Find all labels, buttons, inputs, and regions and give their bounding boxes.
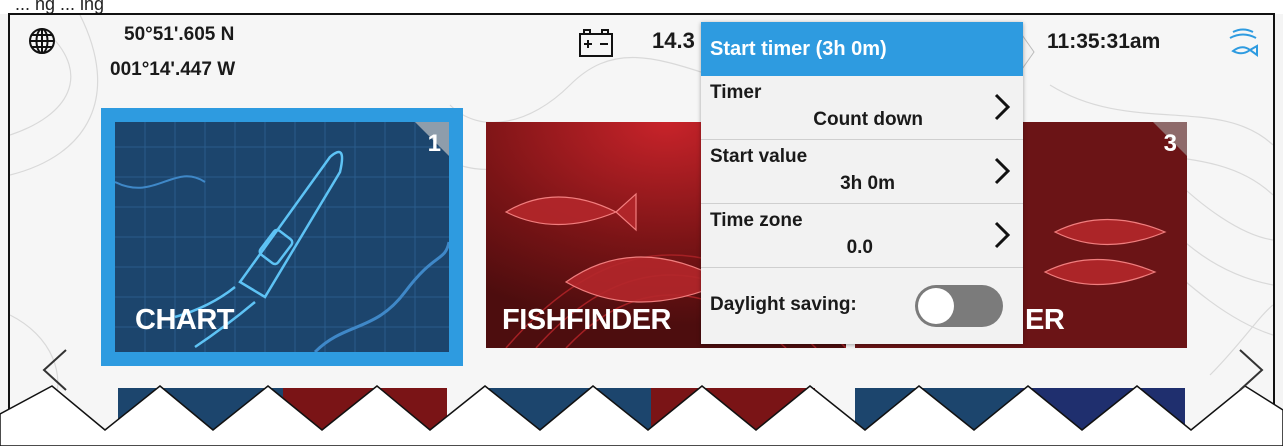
tile-label: ER	[1025, 304, 1065, 336]
menu-item-start-value[interactable]: Start value 3h 0m	[701, 140, 1023, 204]
menu-item-label: Start value	[710, 146, 808, 167]
tile-number: 1	[427, 130, 441, 157]
tile-label: CHART	[135, 304, 235, 336]
menu-pointer	[1020, 32, 1035, 72]
menu-item-value: Count down	[813, 109, 923, 130]
start-timer-label: Start timer (3h 0m)	[710, 38, 887, 60]
caption-strip: ... ng ... ing	[0, 0, 1283, 14]
torn-edge	[0, 385, 1283, 446]
chevron-right-icon	[994, 93, 1011, 121]
daylight-saving-label: Daylight saving:	[710, 294, 857, 315]
daylight-saving-toggle[interactable]	[915, 285, 1003, 327]
menu-item-timer[interactable]: Timer Count down	[701, 76, 1023, 140]
tile-label: FISHFINDER	[502, 304, 672, 336]
menu-item-time-zone[interactable]: Time zone 0.0	[701, 204, 1023, 268]
timer-menu: Start timer (3h 0m) Timer Count down Sta…	[701, 22, 1023, 344]
menu-item-value: 3h 0m	[840, 173, 895, 194]
display-frame: ... ng ... ing 50°51'.605 N 001°14'.447 …	[0, 0, 1283, 446]
tile-number: 3	[1163, 130, 1177, 157]
toggle-knob	[918, 288, 954, 324]
menu-item-label: Timer	[710, 82, 762, 103]
previous-page-arrow[interactable]	[38, 346, 70, 394]
start-timer-button[interactable]: Start timer (3h 0m)	[701, 22, 1023, 76]
next-page-arrow[interactable]	[1236, 346, 1268, 394]
longitude-readout: 001°14'.447 W	[110, 59, 236, 80]
clock-readout: 11:35:31am	[1047, 30, 1161, 53]
chevron-right-icon	[994, 221, 1011, 249]
menu-item-value: 0.0	[846, 237, 873, 258]
voltage-readout: 14.3	[652, 28, 695, 53]
battery-icon	[579, 29, 613, 57]
chevron-right-icon	[994, 157, 1011, 185]
globe-icon[interactable]	[27, 26, 57, 56]
menu-item-label: Time zone	[710, 210, 803, 231]
latitude-readout: 50°51'.605 N	[124, 24, 235, 45]
chart-app-tile[interactable]: 1 CHART	[101, 108, 463, 366]
menu-item-daylight-saving: Daylight saving:	[701, 268, 1023, 344]
fish-icon[interactable]	[1225, 24, 1261, 62]
